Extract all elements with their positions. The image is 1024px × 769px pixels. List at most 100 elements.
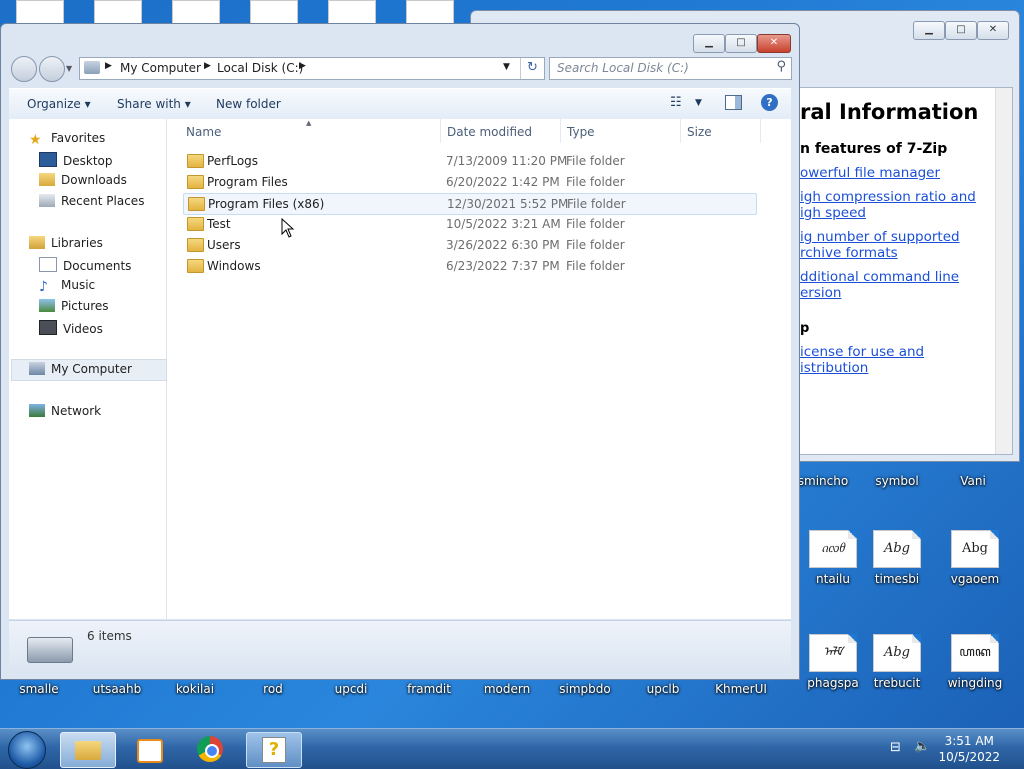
maximize-button[interactable]: □ — [945, 21, 977, 40]
nav-downloads[interactable]: Downloads — [39, 173, 127, 187]
column-header-type[interactable]: Type — [567, 125, 595, 139]
taskbar-media-player[interactable] — [122, 732, 176, 766]
search-box[interactable]: Search Local Disk (C:) ⚲ — [549, 57, 792, 80]
address-dropdown-icon[interactable]: ▼ — [503, 62, 510, 72]
search-placeholder[interactable]: Search Local Disk (C:) — [557, 61, 689, 75]
desktop-icon[interactable]: Abg trebucit — [860, 634, 934, 690]
desktop-icon-label[interactable]: kokilai — [158, 682, 232, 696]
file-row[interactable]: Windows 6/23/2022 7:37 PM File folder — [183, 256, 755, 276]
desktop-icon-label[interactable]: rod — [236, 682, 310, 696]
file-row[interactable]: Test 10/5/2022 3:21 AM File folder — [183, 214, 755, 234]
desktop-icon-thumb[interactable] — [406, 0, 454, 24]
taskbar-help[interactable]: ? — [246, 732, 302, 768]
help-link[interactable]: igh compression ratio and igh speed — [800, 189, 976, 221]
refresh-icon[interactable]: ↻ — [520, 58, 544, 79]
organize-label: Organize — [27, 97, 81, 111]
change-view-icon[interactable]: ☷ — [670, 95, 682, 110]
help-icon[interactable]: ? — [761, 94, 778, 111]
file-row[interactable]: Program Files 6/20/2022 1:42 PM File folde… — [183, 172, 755, 192]
desktop-icon-label[interactable]: utsaahb — [80, 682, 154, 696]
nav-label: Network — [51, 404, 102, 418]
volume-icon[interactable]: 🔈 — [914, 739, 930, 754]
desktop-icon-thumb[interactable] — [328, 0, 376, 24]
desktop-icon[interactable]: ᦵᦟᦲ ntailu — [796, 530, 870, 586]
column-header-name[interactable]: Name — [186, 125, 221, 139]
desktop-icon-label[interactable]: KhmerUI — [704, 682, 778, 696]
breadcrumb-arrow-icon[interactable]: ▶ — [105, 61, 112, 71]
maximize-button[interactable]: □ — [725, 34, 757, 53]
column-header-date[interactable]: Date modified — [447, 125, 532, 139]
desktop-icon-label[interactable]: upcdi — [314, 682, 388, 696]
preview-pane-icon[interactable] — [725, 95, 742, 110]
help-link[interactable]: ig number of supported rchive formats — [800, 229, 960, 261]
breadcrumb-arrow-icon[interactable]: ▶ — [299, 61, 306, 71]
taskbar-explorer[interactable] — [60, 732, 116, 768]
start-button[interactable] — [8, 731, 46, 769]
file-row[interactable]: PerfLogs 7/13/2009 11:20 PM File folder — [183, 151, 755, 171]
help-link[interactable]: icense for use and istribution — [800, 344, 924, 376]
file-row[interactable]: Users 3/26/2022 6:30 PM File folder — [183, 235, 755, 255]
font-file-icon: ᦵᦟᦲ — [809, 530, 857, 568]
nav-my-computer[interactable]: My Computer — [29, 362, 132, 376]
desktop-icon[interactable]: Abg vgaoem — [938, 530, 1012, 586]
desktop-icon-thumb[interactable] — [172, 0, 220, 24]
organize-button[interactable]: Organize ▾ — [27, 97, 91, 111]
help-link[interactable]: owerful file manager — [800, 165, 940, 181]
nav-desktop[interactable]: Desktop — [39, 152, 113, 168]
desktop-icon[interactable]: Abg timesbi — [860, 530, 934, 586]
help-link[interactable]: dditional command line ersion — [800, 269, 959, 301]
desktop-icon[interactable]: ᠠᠯᠮ phagspa — [796, 634, 870, 690]
breadcrumb-arrow-icon[interactable]: ▶ — [204, 61, 211, 71]
desktop-icon-label[interactable]: upclb — [626, 682, 700, 696]
scrollbar[interactable] — [995, 88, 1012, 454]
desktop-icon-thumb[interactable] — [94, 0, 142, 24]
folder-icon — [187, 259, 204, 273]
nav-recent-places[interactable]: Recent Places — [39, 194, 144, 208]
column-divider[interactable] — [560, 119, 561, 143]
forward-button[interactable] — [39, 56, 65, 82]
desktop-icon-thumb[interactable] — [16, 0, 64, 24]
minimize-button[interactable]: ▁ — [693, 34, 725, 53]
desktop-icon[interactable]: symbol — [860, 474, 934, 488]
desktop-icon-label[interactable]: smalle — [2, 682, 76, 696]
nav-network[interactable]: Network — [29, 404, 101, 418]
clock[interactable]: 3:51 AM 10/5/2022 — [938, 733, 1000, 765]
back-button[interactable] — [11, 56, 37, 82]
view-options-icon[interactable]: ▼ — [695, 98, 702, 108]
font-file-icon: Abg — [873, 530, 921, 568]
search-icon[interactable]: ⚲ — [776, 59, 786, 74]
close-button[interactable]: ✕ — [977, 21, 1009, 40]
share-with-button[interactable]: Share with ▾ — [117, 97, 191, 111]
desktop-icon-label[interactable]: framdit — [392, 682, 466, 696]
desktop-icon-label[interactable]: simpbdo — [548, 682, 622, 696]
new-folder-button[interactable]: New folder — [216, 97, 281, 111]
desktop-icon-thumb[interactable] — [250, 0, 298, 24]
file-row[interactable]: Program Files (x86) 12/30/2021 5:52 PM Fil… — [183, 193, 757, 215]
nav-music[interactable]: ♪ Music — [39, 278, 95, 295]
desktop-icon[interactable]: Vani — [936, 474, 1010, 488]
nav-libraries[interactable]: Libraries — [29, 236, 103, 250]
desktop-icon[interactable]: ꦲꦏ wingding — [938, 634, 1012, 690]
nav-videos[interactable]: Videos — [39, 320, 103, 336]
column-divider[interactable] — [760, 119, 761, 143]
explorer-window[interactable]: ▁ □ ✕ ▼ ▶ My Computer ▶ Local Disk (C:) … — [0, 23, 800, 680]
breadcrumb-item[interactable]: My Computer — [120, 61, 201, 75]
column-divider[interactable] — [680, 119, 681, 143]
taskbar-chrome[interactable] — [184, 732, 238, 766]
column-divider[interactable] — [440, 119, 441, 143]
nav-favorites[interactable]: ★ Favorites — [29, 131, 105, 148]
pictures-icon — [39, 299, 55, 312]
minimize-button[interactable]: ▁ — [913, 21, 945, 40]
desktop-icon-label[interactable]: modern — [470, 682, 544, 696]
recent-pages-icon[interactable]: ▼ — [66, 64, 72, 73]
network-tray-icon[interactable]: ⊟ — [890, 740, 901, 755]
nav-pictures[interactable]: Pictures — [39, 299, 109, 313]
column-header-size[interactable]: Size — [687, 125, 712, 139]
computer-icon — [84, 61, 100, 74]
file-name: Program Files (x86) — [208, 197, 325, 211]
nav-documents[interactable]: Documents — [39, 257, 131, 273]
close-button[interactable]: ✕ — [757, 34, 791, 53]
breadcrumb-item[interactable]: Local Disk (C:) — [217, 61, 303, 75]
file-name: Test — [207, 217, 231, 231]
address-bar[interactable]: ▶ My Computer ▶ Local Disk (C:) ▶ ▼ ↻ — [79, 57, 545, 80]
